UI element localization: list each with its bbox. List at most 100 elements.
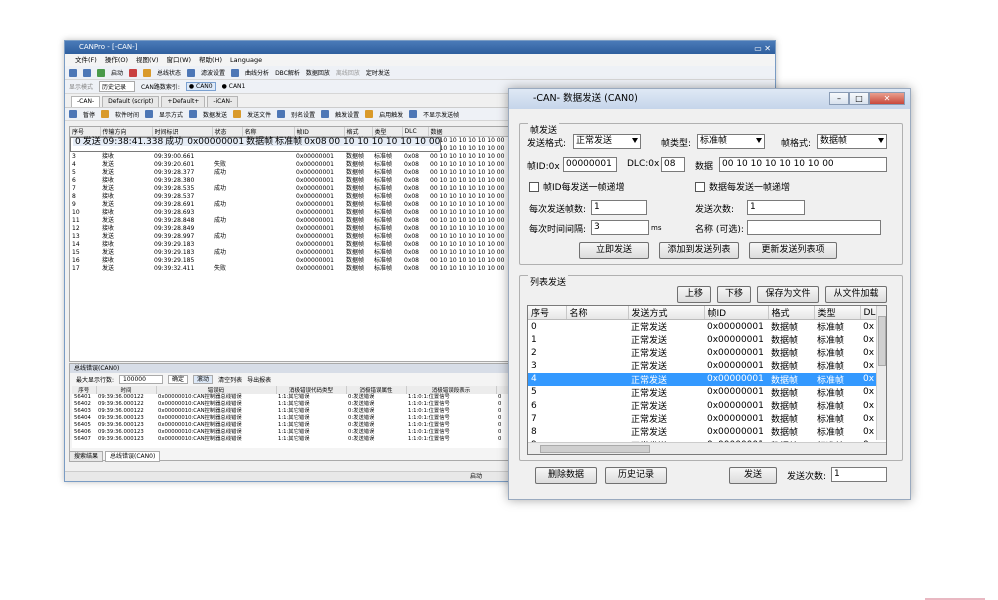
list-item[interactable]: 1 正常发送 0x00000001 数据帧 标准帧 0x xyxy=(528,333,878,347)
list-header-1[interactable]: 名称 xyxy=(566,306,629,320)
frame-format-select[interactable]: 数据帧 xyxy=(817,134,887,149)
save-icon[interactable] xyxy=(83,68,91,77)
list-item[interactable]: 3 正常发送 0x00000001 数据帧 标准帧 0x xyxy=(528,359,878,373)
maximize-icon[interactable]: □ xyxy=(849,92,869,105)
toolbar-replay[interactable]: 数据回放 xyxy=(306,68,330,77)
menu-item-4[interactable]: 帮助(H) xyxy=(199,54,222,66)
name-input[interactable] xyxy=(747,220,881,235)
list-vertical-scrollbar[interactable] xyxy=(876,306,886,440)
table-row[interactable]: 6 接收 09:39:28.380 0x00000001 数据帧 标准帧 0x08 00 10… xyxy=(70,177,558,185)
toolbar-curve[interactable]: 曲线分析 xyxy=(245,68,269,77)
table-row[interactable]: 0 发送 09:38:41.338 成功 0x00000001 数据帧 标准帧 0x08 00 … xyxy=(70,137,442,152)
list-item[interactable]: 2 正常发送 0x00000001 数据帧 标准帧 0x xyxy=(528,346,878,360)
frame-id-input[interactable]: 00000001 xyxy=(563,157,617,172)
toolbar-grid-item-2[interactable]: 显示方式 xyxy=(159,110,183,119)
err-header-5[interactable]: 消极错误段表示 xyxy=(406,386,497,394)
table-row[interactable]: 16 接收 09:39:29.185 0x00000001 数据帧 标准帧 0x08 00 1… xyxy=(70,257,558,265)
list-item[interactable]: 5 正常发送 0x00000001 数据帧 标准帧 0x xyxy=(528,386,878,399)
toolbar-grid-item-3[interactable]: 数据发送 xyxy=(203,110,227,119)
channel-can0[interactable]: ● CAN0 xyxy=(185,82,216,91)
menu-item-2[interactable]: 视图(V) xyxy=(136,54,159,66)
data-increment-checkbox[interactable] xyxy=(695,182,705,192)
grid-header-7[interactable]: 类型 xyxy=(372,127,403,137)
data-input[interactable]: 00 10 10 10 10 10 10 00 xyxy=(719,157,887,172)
clear-list-button[interactable]: 清空列表 xyxy=(218,375,242,384)
toolbar-grid-icon-1[interactable] xyxy=(101,110,110,118)
toolbar-start[interactable]: 启动 xyxy=(111,68,123,77)
list-item[interactable]: 8 正常发送 0x00000001 数据帧 标准帧 0x xyxy=(528,425,878,439)
per-count-input[interactable]: 1 xyxy=(591,200,647,215)
send-button[interactable]: 发送 xyxy=(729,467,777,484)
scroll-toggle[interactable]: 滚动 xyxy=(193,374,214,384)
grid-header-4[interactable]: 名称 xyxy=(242,127,295,137)
table-row[interactable]: 12 接收 09:39:28.849 0x00000001 数据帧 标准帧 0x08 00 1… xyxy=(70,225,558,233)
table-row[interactable]: 17 发送 09:39:32.411 失败 0x00000001 数据帧 标准帧 0x08 00… xyxy=(70,265,558,273)
toolbar-grid-icon-0[interactable] xyxy=(69,110,77,118)
list-item[interactable]: 4 正常发送 0x00000001 数据帧 标准帧 0x xyxy=(528,372,878,386)
toolbar-grid-item-8[interactable]: 不显示发送帧 xyxy=(423,110,459,119)
grid-header-3[interactable]: 状态 xyxy=(212,127,243,137)
tab-0[interactable]: -CAN- xyxy=(71,96,101,107)
table-row[interactable]: 15 发送 09:39:29.183 成功 0x00000001 数据帧 标准帧 0x08 00… xyxy=(70,249,558,257)
list-item[interactable]: 7 正常发送 0x00000001 数据帧 标准帧 0x xyxy=(528,412,878,426)
menu-item-1[interactable]: 操作(O) xyxy=(105,54,128,66)
interval-input[interactable]: 3 xyxy=(591,220,649,235)
err-header-0[interactable]: 序号 xyxy=(72,386,97,394)
toolbar-grid-item-7[interactable]: 启用触发 xyxy=(379,110,403,119)
grid-header-5[interactable]: 帧ID xyxy=(294,127,345,137)
table-row[interactable]: 5 发送 09:39:28.377 成功 0x00000001 数据帧 标准帧 0x08 00 … xyxy=(70,169,558,177)
main-window-controls[interactable]: ▭ ✕ xyxy=(754,42,771,55)
tab-1[interactable]: Default (script) xyxy=(102,96,160,107)
table-row[interactable]: 14 接收 09:39:29.183 0x00000001 数据帧 标准帧 0x08 00 1… xyxy=(70,241,558,249)
toolbar-bus-status[interactable]: 总线状态 xyxy=(157,68,181,77)
bottom-tab-1[interactable]: 总线错误(CAN0) xyxy=(105,451,161,462)
frame-type-select[interactable]: 标准帧 xyxy=(697,134,765,149)
send-format-select[interactable]: 正常发送 xyxy=(573,134,641,149)
export-report-button[interactable]: 导出报表 xyxy=(247,375,271,384)
toolbar-grid-icon-2[interactable] xyxy=(145,110,154,118)
delete-data-button[interactable]: 删除数据 xyxy=(535,467,597,484)
list-header-0[interactable]: 序号 xyxy=(528,306,567,320)
toolbar-grid-icon-8[interactable] xyxy=(409,110,418,118)
move-up-button[interactable]: 上移 xyxy=(677,286,711,303)
start-icon[interactable] xyxy=(97,68,105,77)
menu-item-5[interactable]: Language xyxy=(230,54,262,66)
grid-header-6[interactable]: 格式 xyxy=(344,127,373,137)
new-icon[interactable] xyxy=(69,68,77,77)
settings-icon[interactable] xyxy=(143,68,152,77)
table-row[interactable]: 4 发送 09:39:20.601 失败 0x00000001 数据帧 标准帧 0x08 00 … xyxy=(70,161,558,169)
list-header-2[interactable]: 发送方式 xyxy=(628,306,705,320)
tab-3[interactable]: -iCAN- xyxy=(207,96,239,107)
err-header-2[interactable]: 错误码 xyxy=(156,386,277,394)
table-row[interactable]: 7 发送 09:39:28.535 成功 0x00000001 数据帧 标准帧 0x08 00 … xyxy=(70,185,558,193)
minimize-icon[interactable]: – xyxy=(829,92,849,105)
tab-2[interactable]: +Default+ xyxy=(161,96,206,107)
toolbar-grid-item-6[interactable]: 触发设置 xyxy=(335,110,359,119)
menu-item-3[interactable]: 窗口(W) xyxy=(167,54,192,66)
stop-icon[interactable] xyxy=(129,68,138,77)
move-down-button[interactable]: 下移 xyxy=(717,286,751,303)
table-row[interactable]: 10 接收 09:39:28.693 0x00000001 数据帧 标准帧 0x08 00 1… xyxy=(70,209,558,217)
list-item[interactable]: 6 正常发送 0x00000001 数据帧 标准帧 0x xyxy=(528,399,878,413)
list-header-4[interactable]: 格式 xyxy=(768,306,815,320)
update-list-button[interactable]: 更新发送列表项 xyxy=(749,242,837,259)
history-button[interactable]: 历史记录 xyxy=(605,467,667,484)
toolbar-filter[interactable]: 滤波设置 xyxy=(201,68,225,77)
send-list[interactable]: 序号 名称 发送方式 帧ID 格式 类型 DLC 0 正常发送 0x00000001 数据帧 标准帧… xyxy=(527,305,887,455)
grid-header-8[interactable]: DLC xyxy=(402,127,429,137)
grid-header-2[interactable]: 时间标识 xyxy=(152,127,213,137)
list-vscroll-thumb[interactable] xyxy=(878,316,886,366)
table-row[interactable]: 3 接收 09:39:00.661 0x00000001 数据帧 标准帧 0x08 00 10… xyxy=(70,153,558,161)
send-count-input[interactable]: 1 xyxy=(747,200,805,215)
dlc-input[interactable]: 08 xyxy=(661,157,685,172)
list-horizontal-scrollbar[interactable] xyxy=(528,442,886,454)
curve-icon[interactable] xyxy=(231,68,240,77)
bottom-send-count-input[interactable]: 1 xyxy=(831,467,887,482)
history-select[interactable]: 历史记录 xyxy=(99,81,136,92)
channel-can1[interactable]: ● CAN1 xyxy=(222,83,246,90)
save-to-file-button[interactable]: 保存为文件 xyxy=(757,286,819,303)
close-icon[interactable]: ✕ xyxy=(869,92,905,105)
confirm-button[interactable]: 确定 xyxy=(168,374,189,384)
grid-header-1[interactable]: 传输方向 xyxy=(100,127,153,137)
list-hscroll-thumb[interactable] xyxy=(540,445,650,453)
